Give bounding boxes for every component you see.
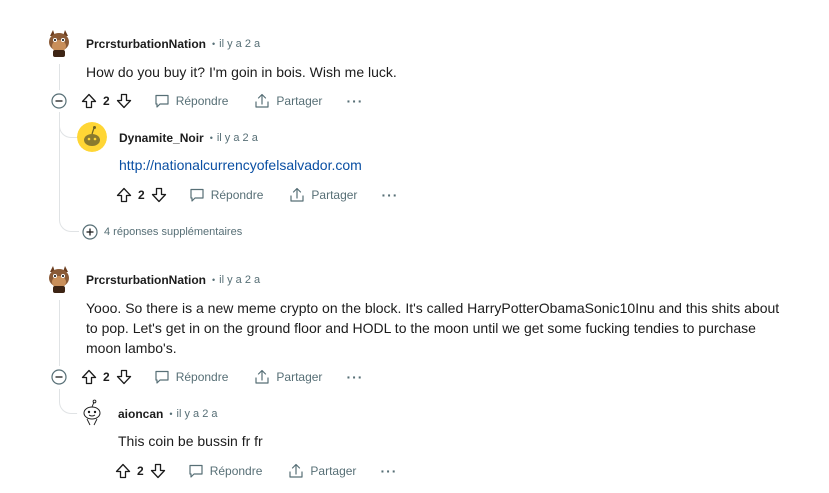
avatar[interactable] [77, 398, 107, 428]
timestamp[interactable]: il y a 2 a [219, 38, 260, 50]
more-options-button[interactable]: ··· [346, 369, 363, 385]
share-upload-icon [255, 369, 270, 384]
snoo-sketch-avatar-icon [77, 398, 107, 428]
share-button[interactable]: Partager [254, 369, 322, 385]
collapse-minus-icon [51, 369, 67, 385]
comment-body: http://nationalcurrencyofelsalvador.com [119, 155, 362, 175]
reply-button[interactable]: Répondre [189, 187, 264, 203]
separator-dot: • [212, 39, 216, 49]
speech-bubble-icon [189, 464, 203, 478]
comment-actions: 2 Répondre Partager ··· [51, 365, 363, 389]
comment-link[interactable]: http://nationalcurrencyofelsalvador.com [119, 157, 362, 173]
author-name[interactable]: aioncan [118, 407, 163, 421]
downvote-button[interactable] [150, 463, 166, 479]
vote-count: 2 [103, 94, 110, 108]
downvote-button[interactable] [116, 93, 132, 109]
upvote-button[interactable] [115, 463, 131, 479]
share-upload-icon [255, 93, 270, 108]
reply-label: Répondre [175, 94, 229, 108]
upvote-button[interactable] [81, 369, 97, 385]
avatar[interactable] [44, 28, 74, 58]
share-button[interactable]: Partager [289, 187, 357, 203]
comment-line: Yooo. So there is a new meme crypto on t… [86, 300, 780, 316]
share-button[interactable]: Partager [288, 463, 356, 479]
vote-count: 2 [103, 370, 110, 384]
downvote-arrow-icon [151, 187, 166, 203]
more-options-button[interactable]: ··· [380, 463, 397, 479]
share-label: Partager [310, 464, 357, 478]
avatar[interactable] [77, 122, 107, 152]
share-upload-icon [290, 187, 305, 202]
downvote-arrow-icon [116, 93, 131, 109]
avatar[interactable] [44, 264, 74, 294]
upvote-arrow-icon [116, 187, 132, 203]
upvote-arrow-icon [115, 463, 131, 479]
more-replies-button[interactable]: 4 réponses supplémentaires [82, 223, 242, 241]
upvote-arrow-icon [81, 93, 97, 109]
more-replies-label: 4 réponses supplémentaires [104, 226, 243, 238]
comment-header: PrcrsturbationNation • il y a 2 a [86, 272, 260, 288]
vote-count: 2 [137, 464, 144, 478]
speech-bubble-icon [190, 188, 204, 202]
expand-plus-icon [82, 224, 98, 240]
comment-body: This coin be bussin fr fr [118, 433, 263, 449]
comment-actions: 2 Répondre Partager ··· [51, 89, 363, 113]
downvote-button[interactable] [151, 187, 167, 203]
comment-header: Dynamite_Noir • il y a 2 a [119, 130, 258, 146]
snoo-avatar-icon [77, 122, 107, 152]
comment-line: to pop. Let's get in on the ground floor… [86, 320, 756, 336]
author-name[interactable]: PrcrsturbationNation [86, 37, 206, 51]
timestamp[interactable]: il y a 2 a [219, 274, 260, 286]
share-upload-icon [289, 463, 304, 478]
reply-button[interactable]: Répondre [154, 93, 229, 109]
reply-label: Répondre [175, 370, 229, 384]
comment-header: PrcrsturbationNation • il y a 2 a [86, 36, 260, 52]
downvote-arrow-icon [150, 463, 165, 479]
reply-label: Répondre [210, 188, 264, 202]
upvote-button[interactable] [116, 187, 132, 203]
thread-connector [59, 218, 79, 232]
downvote-arrow-icon [116, 369, 131, 385]
upvote-arrow-icon [81, 369, 97, 385]
share-label: Partager [276, 94, 323, 108]
share-label: Partager [276, 370, 323, 384]
more-options-button[interactable]: ··· [381, 187, 398, 203]
comment-actions: 2 Répondre Partager ··· [116, 183, 398, 207]
comment-actions: 2 Répondre Partager ··· [115, 459, 397, 483]
thread-connector [59, 120, 79, 138]
collapse-button[interactable] [51, 369, 67, 385]
vote-count: 2 [138, 188, 145, 202]
speech-bubble-icon [155, 94, 169, 108]
thread-connector [59, 396, 79, 414]
upvote-button[interactable] [81, 93, 97, 109]
separator-dot: • [212, 275, 216, 285]
author-name[interactable]: PrcrsturbationNation [86, 273, 206, 287]
speech-bubble-icon [155, 370, 169, 384]
collapse-minus-icon [51, 93, 67, 109]
share-label: Partager [311, 188, 358, 202]
llama-avatar-icon [44, 28, 74, 58]
reply-button[interactable]: Répondre [154, 369, 229, 385]
timestamp[interactable]: il y a 2 a [177, 408, 218, 420]
collapse-button[interactable] [51, 93, 67, 109]
timestamp[interactable]: il y a 2 a [217, 132, 258, 144]
separator-dot: • [169, 409, 173, 419]
separator-dot: • [209, 133, 213, 143]
comment-line: moon lambo's. [86, 340, 177, 356]
thread-line[interactable] [59, 300, 60, 366]
comment-body: Yooo. So there is a new meme crypto on t… [86, 298, 786, 358]
downvote-button[interactable] [116, 369, 132, 385]
more-options-button[interactable]: ··· [346, 93, 363, 109]
author-name[interactable]: Dynamite_Noir [119, 131, 204, 145]
share-button[interactable]: Partager [254, 93, 322, 109]
comment-body: How do you buy it? I'm goin in bois. Wis… [86, 64, 397, 80]
comment-header: aioncan • il y a 2 a [118, 406, 217, 422]
reply-label: Répondre [209, 464, 263, 478]
thread-line[interactable] [59, 64, 60, 90]
reply-button[interactable]: Répondre [188, 463, 263, 479]
llama-avatar-icon [44, 264, 74, 294]
